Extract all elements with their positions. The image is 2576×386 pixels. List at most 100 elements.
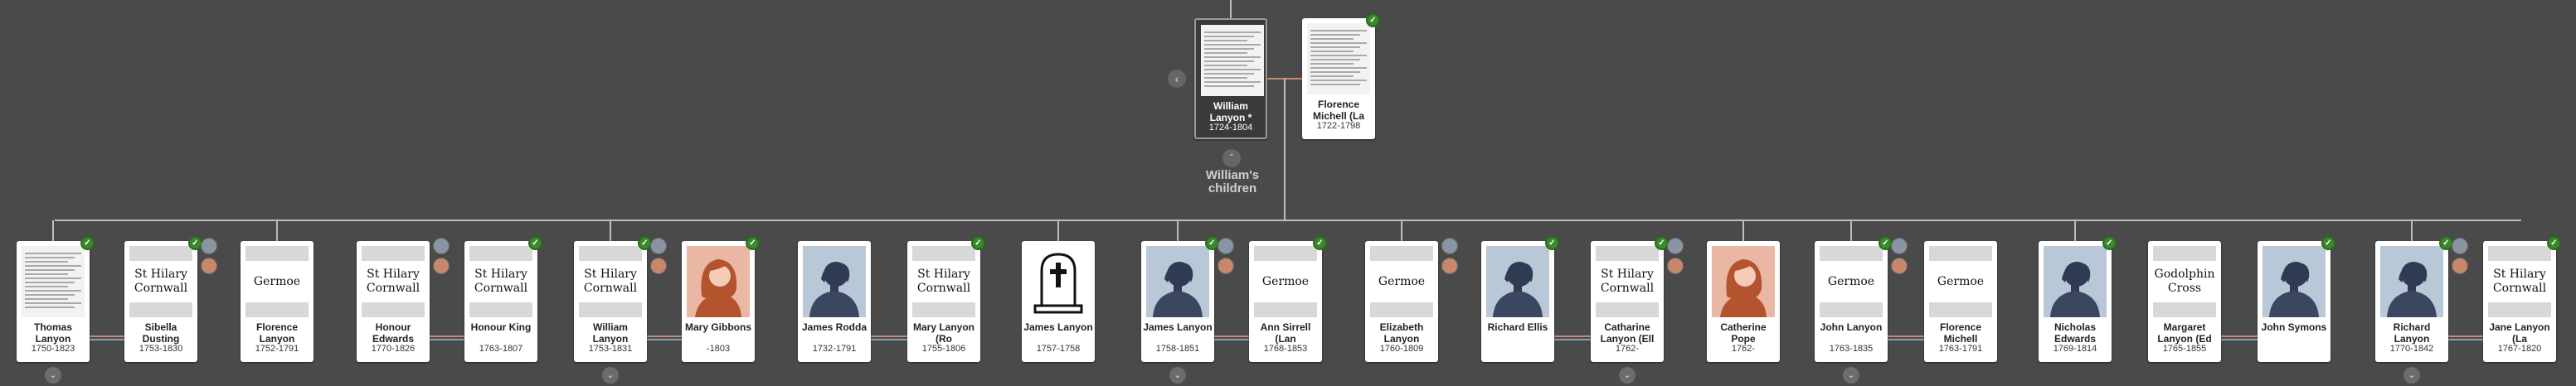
hint-badge-icon[interactable]: ✓ <box>1545 236 1559 250</box>
person-card[interactable]: Richard Ellis ✓ <box>1481 236 1559 362</box>
expand-descendants-chevron-icon[interactable]: ⌄ <box>2403 367 2420 384</box>
male-avatar-icon[interactable] <box>1218 238 1234 254</box>
expand-descendants-chevron-icon[interactable]: ⌄ <box>45 367 61 384</box>
expand-descendants-chevron-icon[interactable]: ⌄ <box>1843 367 1859 384</box>
person-card[interactable]: Germoe John Lanyon 1763-1835 ✓ <box>1815 236 1893 362</box>
female-avatar-icon[interactable] <box>2452 258 2468 274</box>
person-card[interactable]: St Hilary Cornwall Jane Lanyon (La 1767-18… <box>2483 236 2561 362</box>
person-name: Ann Sirrell (Lan <box>1260 321 1311 345</box>
female-avatar-icon[interactable] <box>433 258 450 274</box>
male-silhouette-icon <box>2044 246 2107 317</box>
person-card[interactable]: Germoe Florence Michell 1763-1791 <box>1924 241 1997 362</box>
person-lifespan: 1762- <box>1731 344 1756 354</box>
place-thumbnail: St Hilary Cornwall <box>362 246 425 317</box>
person-card[interactable]: John Symons ✓ <box>2258 236 2335 362</box>
person-card[interactable]: Catherine Pope 1762- <box>1707 241 1780 362</box>
hint-badge-icon[interactable]: ✓ <box>1366 13 1380 27</box>
person-lifespan: 1753-1830 <box>139 344 183 354</box>
female-avatar-icon[interactable] <box>1441 258 1458 274</box>
hint-badge-icon[interactable]: ✓ <box>2547 236 2561 250</box>
person-lifespan: 1770-1826 <box>371 344 416 354</box>
person-lifespan: 1758-1851 <box>1155 344 1200 354</box>
document-line <box>25 282 75 283</box>
person-name: Catharine Lanyon (Ell <box>1600 321 1655 345</box>
hint-badge-icon[interactable]: ✓ <box>2321 236 2335 250</box>
person-lifespan: -1803 <box>706 344 731 354</box>
person-card[interactable]: James Lanyon 1758-1851 ✓ <box>1141 236 1219 362</box>
person-card[interactable]: Germoe Elizabeth Lanyon 1760-1809 <box>1365 241 1438 362</box>
place-name: St Hilary Cornwall <box>366 268 420 295</box>
person-photo <box>1027 246 1090 317</box>
person-card[interactable]: James Rodda 1732-1791 <box>798 241 871 362</box>
person-card[interactable]: St Hilary Cornwall Honour King 1763-1807 ✓ <box>464 236 542 362</box>
person-card[interactable]: St Hilary Cornwall William Lanyon 1753-183… <box>574 236 652 362</box>
document-line <box>25 269 75 271</box>
document-line <box>1310 59 1360 60</box>
person-card[interactable]: Germoe Ann Sirrell (Lan 1768-1853 ✓ <box>1249 236 1327 362</box>
hint-badge-icon[interactable]: ✓ <box>80 236 95 250</box>
hint-badge-icon[interactable]: ✓ <box>528 236 542 250</box>
place-footer-bar <box>1596 302 1659 317</box>
gravestone-icon <box>1027 246 1090 317</box>
person-card[interactable]: St Hilary Cornwall Sibella Dusting 1753-18… <box>124 236 202 362</box>
place-name: Germoe <box>1261 274 1310 288</box>
person-name: William Lanyon * <box>1209 100 1252 123</box>
female-avatar-icon[interactable] <box>1218 258 1234 274</box>
place-header-bar <box>2153 246 2216 261</box>
male-silhouette-icon <box>1146 246 1209 317</box>
hint-badge-icon[interactable]: ✓ <box>971 236 985 250</box>
male-avatar-icon[interactable] <box>201 238 217 254</box>
person-card[interactable]: Florence Michell (La 1722-1798 ✓ <box>1302 13 1380 139</box>
expand-descendants-chevron-icon[interactable]: ⌄ <box>1619 367 1636 384</box>
person-card[interactable]: St Hilary Cornwall Mary Lanyon (Ro 1755-18… <box>907 236 985 362</box>
person-card[interactable]: Germoe Florence Lanyon 1752-1791 <box>241 241 313 362</box>
person-card[interactable]: William Lanyon * 1724-1804 <box>1194 18 1267 139</box>
female-avatar-icon[interactable] <box>1667 258 1684 274</box>
hint-badge-icon[interactable]: ✓ <box>1313 236 1327 250</box>
person-lifespan: 1769-1814 <box>2053 344 2097 354</box>
person-photo <box>2044 246 2107 317</box>
hint-badge-icon[interactable]: ✓ <box>746 236 760 250</box>
previous-generation-button[interactable]: ‹ <box>1168 70 1186 88</box>
male-avatar-icon[interactable] <box>1667 238 1684 254</box>
person-card[interactable]: Thomas Lanyon 1750-1823 ✓ <box>17 236 95 362</box>
document-line <box>25 257 75 258</box>
person-card[interactable]: Richard Lanyon 1770-1842 ✓ <box>2375 236 2453 362</box>
male-avatar-icon[interactable] <box>650 238 667 254</box>
person-name: Florence Lanyon <box>255 321 298 345</box>
place-thumbnail: St Hilary Cornwall <box>2488 246 2551 317</box>
expand-descendants-chevron-icon[interactable]: ⌄ <box>602 367 619 384</box>
document-line <box>1204 40 1247 41</box>
place-name: Germoe <box>1378 274 1426 288</box>
person-card[interactable]: St Hilary Cornwall Catharine Lanyon (Ell 1… <box>1591 236 1669 362</box>
place-footer-bar <box>2488 302 2551 317</box>
male-avatar-icon[interactable] <box>1441 238 1458 254</box>
person-lifespan: 1767-1820 <box>2497 344 2542 354</box>
person-card[interactable]: Godolphin Cross Margaret Lanyon (Ed 1765-1… <box>2148 241 2221 362</box>
place-footer-bar <box>912 302 975 317</box>
male-avatar-icon[interactable] <box>2452 238 2468 254</box>
male-avatar-icon[interactable] <box>1891 238 1908 254</box>
place-thumbnail: Godolphin Cross <box>2153 246 2216 317</box>
place-footer-bar <box>1929 302 1992 317</box>
person-name: Honour Edwards <box>372 321 414 345</box>
person-name: Florence Michell <box>1939 321 1981 345</box>
children-label: William's children <box>1205 168 1260 195</box>
person-name: Jane Lanyon (La <box>2489 321 2550 345</box>
female-avatar-icon[interactable] <box>201 258 217 274</box>
expand-descendants-chevron-icon[interactable]: ⌄ <box>1169 367 1186 384</box>
female-avatar-icon[interactable] <box>1891 258 1908 274</box>
person-card[interactable]: St Hilary Cornwall Honour Edwards 1770-182… <box>357 241 430 362</box>
document-line <box>1310 71 1360 73</box>
male-avatar-icon[interactable] <box>433 238 450 254</box>
person-card[interactable]: Mary Gibbons -1803 ✓ <box>682 236 760 362</box>
female-avatar-icon[interactable] <box>650 258 667 274</box>
person-card[interactable]: Nicholas Edwards 1769-1814 ✓ <box>2039 236 2117 362</box>
document-line <box>1310 42 1367 44</box>
hint-badge-icon[interactable]: ✓ <box>2102 236 2117 250</box>
collapse-children-button[interactable]: ˆ <box>1222 149 1241 167</box>
person-card[interactable]: James Lanyon 1757-1758 <box>1022 241 1095 362</box>
person-name: John Lanyon <box>1820 321 1883 333</box>
place-name: Germoe <box>253 274 301 288</box>
person-name: Mary Lanyon (Ro <box>912 321 975 345</box>
